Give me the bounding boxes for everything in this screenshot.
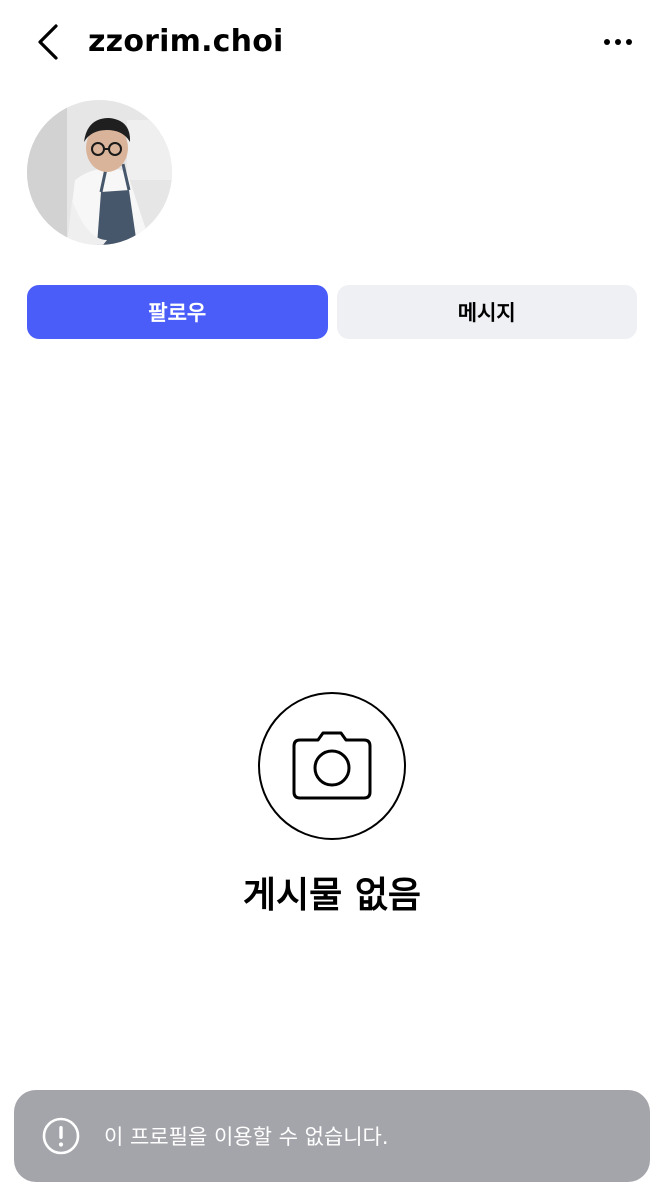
camera-circle <box>258 692 406 840</box>
toast-message: 이 프로필을 이용할 수 없습니다. <box>104 1125 389 1149</box>
empty-posts-state: 게시물 없음 <box>0 692 664 918</box>
back-button[interactable] <box>30 22 66 62</box>
chevron-left-icon <box>38 24 58 60</box>
profile-actions: 팔로우 메시지 <box>27 285 637 339</box>
alert-circle-icon <box>42 1117 80 1155</box>
avatar-photo <box>27 100 172 245</box>
profile-unavailable-toast: 이 프로필을 이용할 수 없습니다. <box>14 1090 650 1182</box>
profile-username: zzorim.choi <box>88 24 284 59</box>
header: zzorim.choi <box>0 0 664 84</box>
avatar[interactable] <box>27 100 172 245</box>
more-options-button[interactable] <box>600 24 636 60</box>
camera-icon <box>292 731 372 800</box>
profile-page: zzorim.choi 팔로우 메시지 게시물 없음 이 프로필을 이용할 수 … <box>0 0 664 1199</box>
message-button[interactable]: 메시지 <box>336 285 637 339</box>
empty-state-title: 게시물 없음 <box>242 875 422 916</box>
more-horizontal-icon <box>604 39 632 45</box>
follow-button[interactable]: 팔로우 <box>27 285 328 339</box>
